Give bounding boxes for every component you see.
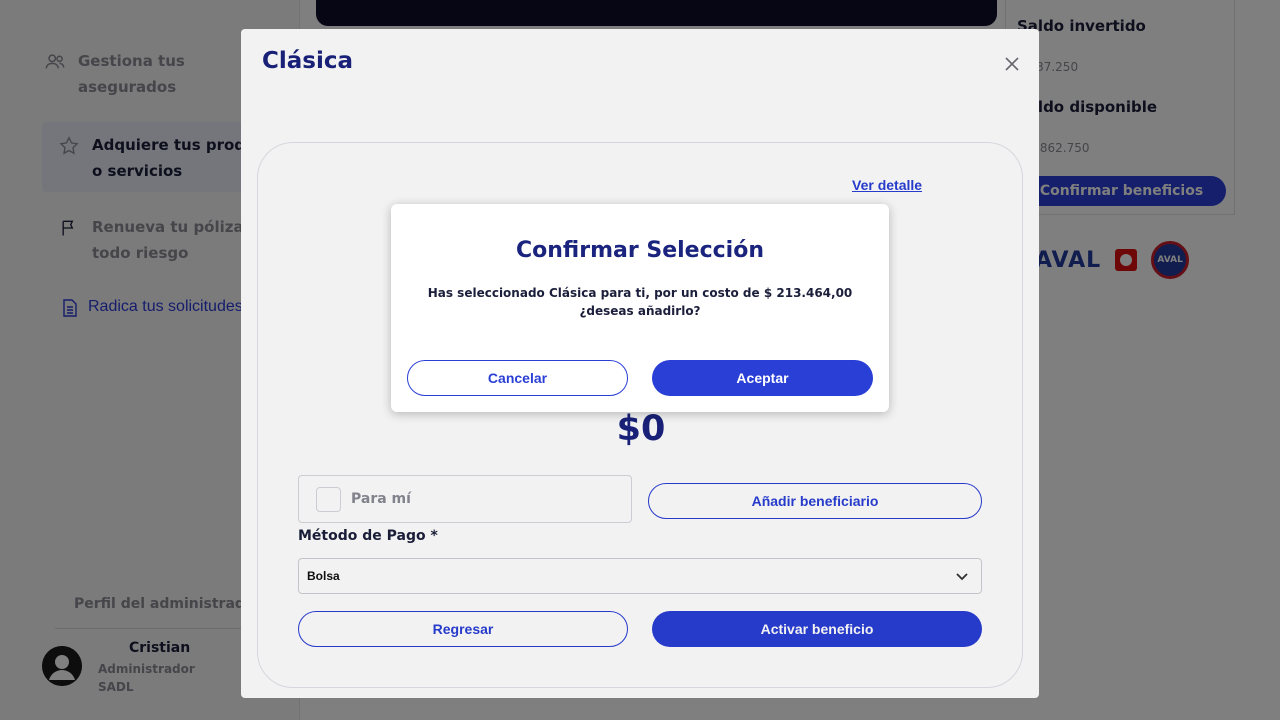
confirm-dialog: Confirmar Selección Has seleccionado Clá… (391, 204, 889, 412)
confirm-title: Confirmar Selección (516, 238, 764, 263)
cancel-button[interactable]: Cancelar (407, 360, 628, 396)
confirm-message: Has seleccionado Clásica para ti, por un… (427, 286, 853, 318)
accept-button[interactable]: Aceptar (652, 360, 873, 396)
